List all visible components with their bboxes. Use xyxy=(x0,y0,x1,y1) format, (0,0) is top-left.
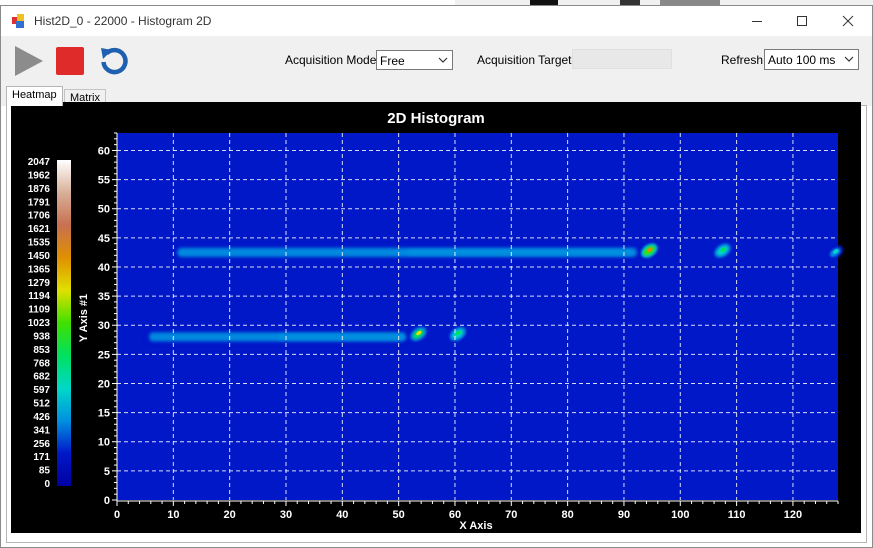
x-tick-label: 10 xyxy=(167,509,179,521)
colorbar-tick-label: 597 xyxy=(33,385,50,396)
colorbar-tick-label: 1535 xyxy=(28,238,51,249)
colorbar-tick-label: 768 xyxy=(33,358,50,369)
y-tick-label: 35 xyxy=(98,291,110,303)
acquisition-mode-select[interactable]: Free xyxy=(376,50,453,70)
colorbar-tick-label: 1109 xyxy=(28,305,50,316)
colorbar-tick-label: 938 xyxy=(33,331,50,342)
toolbar: Acquisition Mode Free Acquisition Target… xyxy=(1,36,872,86)
acquisition-mode-value: Free xyxy=(380,54,405,68)
y-tick-label: 30 xyxy=(98,320,110,332)
tab-heatmap[interactable]: Heatmap xyxy=(6,86,63,106)
colorbar-tick-label: 1365 xyxy=(28,264,51,275)
colorbar-tick-label: 341 xyxy=(33,425,50,436)
y-axis-label: Y Axis #1 xyxy=(78,294,90,342)
y-tick-label: 20 xyxy=(98,378,110,390)
y-tick-label: 0 xyxy=(104,495,110,507)
colorbar-tick-label: 853 xyxy=(33,345,50,356)
y-tick-label: 45 xyxy=(98,233,110,245)
app-icon xyxy=(12,14,24,28)
refresh-select[interactable]: Auto 100 ms xyxy=(764,49,859,70)
chevron-down-icon xyxy=(844,56,854,62)
colorbar-tick-label: 1621 xyxy=(28,224,51,235)
minimize-icon xyxy=(752,21,762,22)
x-tick-label: 70 xyxy=(505,509,517,521)
colorbar-tick-label: 1962 xyxy=(28,170,51,181)
colorbar-tick-label: 512 xyxy=(33,399,50,410)
close-icon xyxy=(842,15,854,27)
colorbar-tick-label: 1279 xyxy=(28,278,51,289)
colorbar-tick-label: 1706 xyxy=(28,211,51,222)
x-tick-label: 50 xyxy=(393,509,405,521)
colorbar-tick-label: 1194 xyxy=(28,291,50,302)
colorbar-tick-label: 2047 xyxy=(28,157,51,168)
refresh-icon[interactable] xyxy=(97,44,131,78)
colorbar-tick-label: 1876 xyxy=(28,184,51,195)
acquisition-target-label: Acquisition Target xyxy=(477,53,572,67)
x-tick-label: 90 xyxy=(618,509,630,521)
close-button[interactable] xyxy=(825,6,871,36)
colorbar xyxy=(57,160,71,486)
plot-area[interactable] xyxy=(117,133,838,500)
minimize-button[interactable] xyxy=(734,6,780,36)
y-tick-label: 50 xyxy=(98,204,110,216)
colorbar-labels: 2047 1962 1876 1791 1706 1621 1535 1450 1365 1279… xyxy=(28,157,51,490)
y-tick-label: 10 xyxy=(98,437,110,449)
colorbar-tick-label: 0 xyxy=(44,479,50,490)
heatmap-svg[interactable]: 2D Histogram 0 5 10 15 20 25 30 35 40 45 50 55 60 0 10… xyxy=(11,102,861,533)
y-tick-label: 15 xyxy=(98,408,110,420)
x-tick-label: 30 xyxy=(280,509,292,521)
y-tick-label: 40 xyxy=(98,262,110,274)
x-axis-label: X Axis xyxy=(459,520,492,532)
tab-label: Heatmap xyxy=(12,89,57,101)
y-tick-label: 60 xyxy=(98,145,110,157)
maximize-icon xyxy=(797,16,807,26)
x-tick-label: 0 xyxy=(114,509,120,521)
y-tick-label: 5 xyxy=(104,466,110,478)
chevron-down-icon xyxy=(438,57,448,63)
colorbar-tick-label: 85 xyxy=(39,466,51,477)
maximize-button[interactable] xyxy=(779,6,825,36)
x-tick-label: 40 xyxy=(336,509,348,521)
colorbar-tick-label: 682 xyxy=(33,372,50,383)
y-tick-label: 25 xyxy=(98,349,110,361)
heatmap-chart[interactable]: 2D Histogram 0 5 10 15 20 25 30 35 40 45 50 55 60 0 10… xyxy=(11,102,861,533)
refresh-value: Auto 100 ms xyxy=(768,53,836,67)
colorbar-tick-label: 171 xyxy=(33,452,50,463)
refresh-label: Refresh xyxy=(721,53,764,67)
title-bar[interactable]: Hist2D_0 - 22000 - Histogram 2D xyxy=(1,6,872,36)
colorbar-tick-label: 1791 xyxy=(28,197,51,208)
x-tick-label: 100 xyxy=(671,509,689,521)
window-title: Hist2D_0 - 22000 - Histogram 2D xyxy=(34,14,212,28)
histogram-band-peak xyxy=(277,334,405,340)
histogram-band-peak xyxy=(407,249,632,255)
colorbar-tick-label: 426 xyxy=(33,412,50,423)
play-icon[interactable] xyxy=(11,44,45,78)
colorbar-tick-label: 1450 xyxy=(28,251,51,262)
x-tick-label: 80 xyxy=(562,509,574,521)
x-tick-label: 110 xyxy=(728,509,746,521)
acquisition-target-field[interactable] xyxy=(572,49,672,69)
x-tick-label: 120 xyxy=(784,509,802,521)
chart-title: 2D Histogram xyxy=(387,110,485,127)
x-tick-label: 20 xyxy=(224,509,236,521)
y-tick-label: 55 xyxy=(98,175,110,187)
colorbar-tick-label: 1023 xyxy=(28,318,51,329)
colorbar-tick-label: 256 xyxy=(33,439,50,450)
acquisition-mode-label: Acquisition Mode xyxy=(285,53,377,67)
stop-icon[interactable] xyxy=(53,44,87,78)
